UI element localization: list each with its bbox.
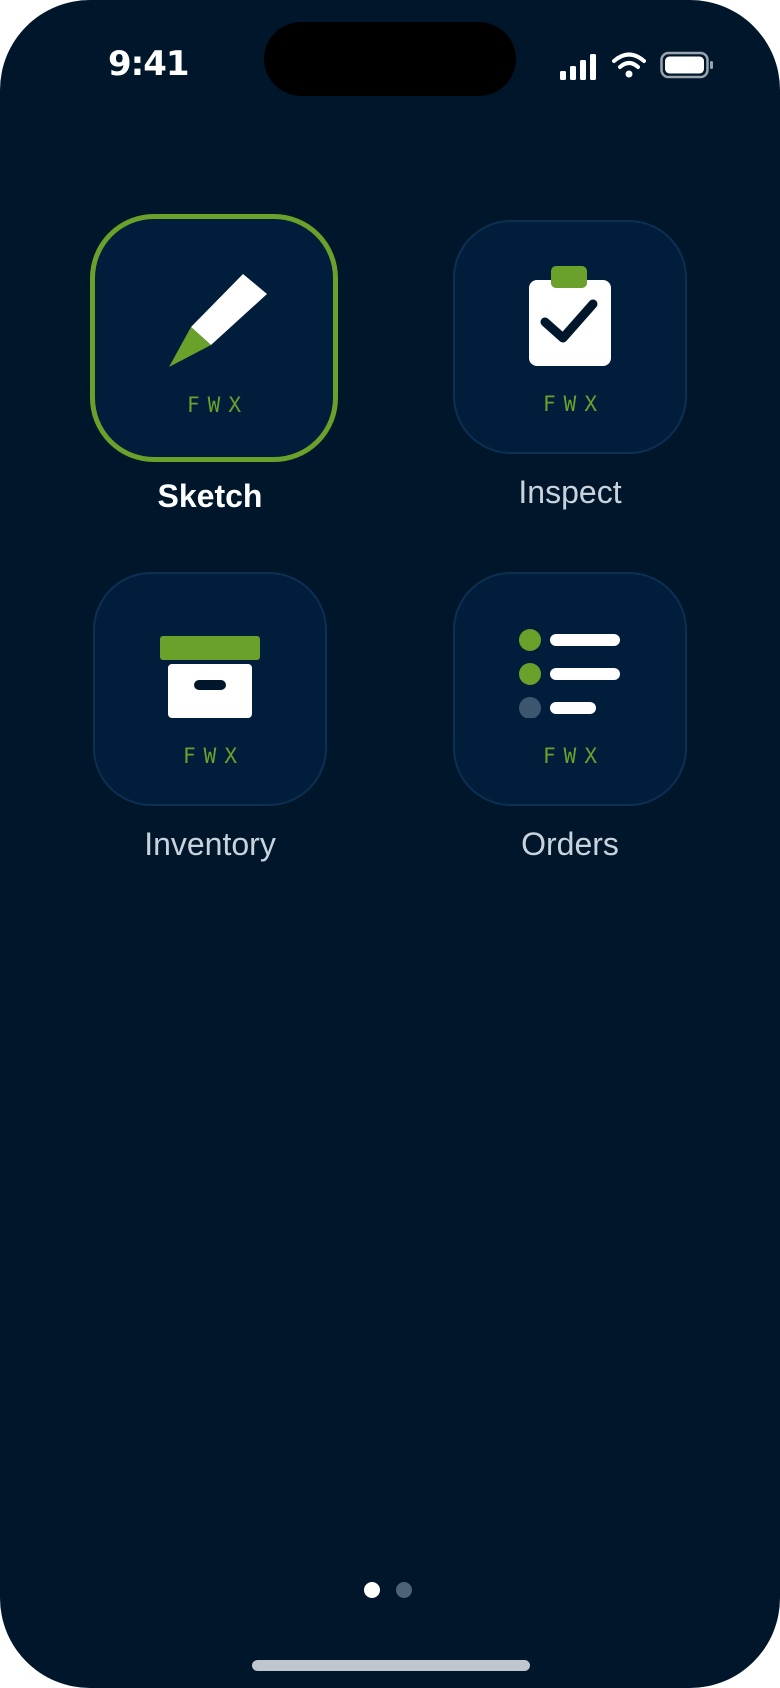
list-icon [519,629,620,718]
app-label-sketch: Sketch [157,478,263,514]
dynamic-island [264,22,516,96]
app-inspect[interactable]: FWX Inspect [450,220,690,511]
app-tile-sketch[interactable]: FWX [90,214,338,462]
pencil-icon [169,274,267,367]
app-tile-inventory[interactable]: FWX [93,572,327,806]
page-indicator[interactable] [364,1582,424,1602]
page-dot-active[interactable] [364,1582,380,1598]
home-indicator[interactable] [252,1660,530,1671]
app-label-inventory: Inventory [144,826,276,862]
app-tile-inspect[interactable]: FWX [453,220,687,454]
battery-icon [660,51,713,79]
app-tag: FWX [543,744,605,768]
app-tag: FWX [543,392,605,416]
wifi-icon [612,52,646,78]
app-orders[interactable]: FWX Orders [450,572,690,863]
app-tile-orders[interactable]: FWX [453,572,687,806]
clipboard-check-icon [529,266,611,366]
cellular-signal-icon [560,54,596,80]
archive-box-icon [160,636,260,718]
app-tag: FWX [183,744,245,768]
app-tag: FWX [187,393,249,417]
status-time: 9:41 [108,44,190,84]
app-label-orders: Orders [521,826,619,862]
page-dot[interactable] [396,1582,412,1598]
app-label-inspect: Inspect [518,474,622,510]
app-inventory[interactable]: FWX Inventory [90,572,330,863]
app-sketch[interactable]: FWX Sketch [90,214,338,515]
home-screen: 9:41 FWX Sketch FWX Inspect FWX Inventor… [0,0,780,1688]
